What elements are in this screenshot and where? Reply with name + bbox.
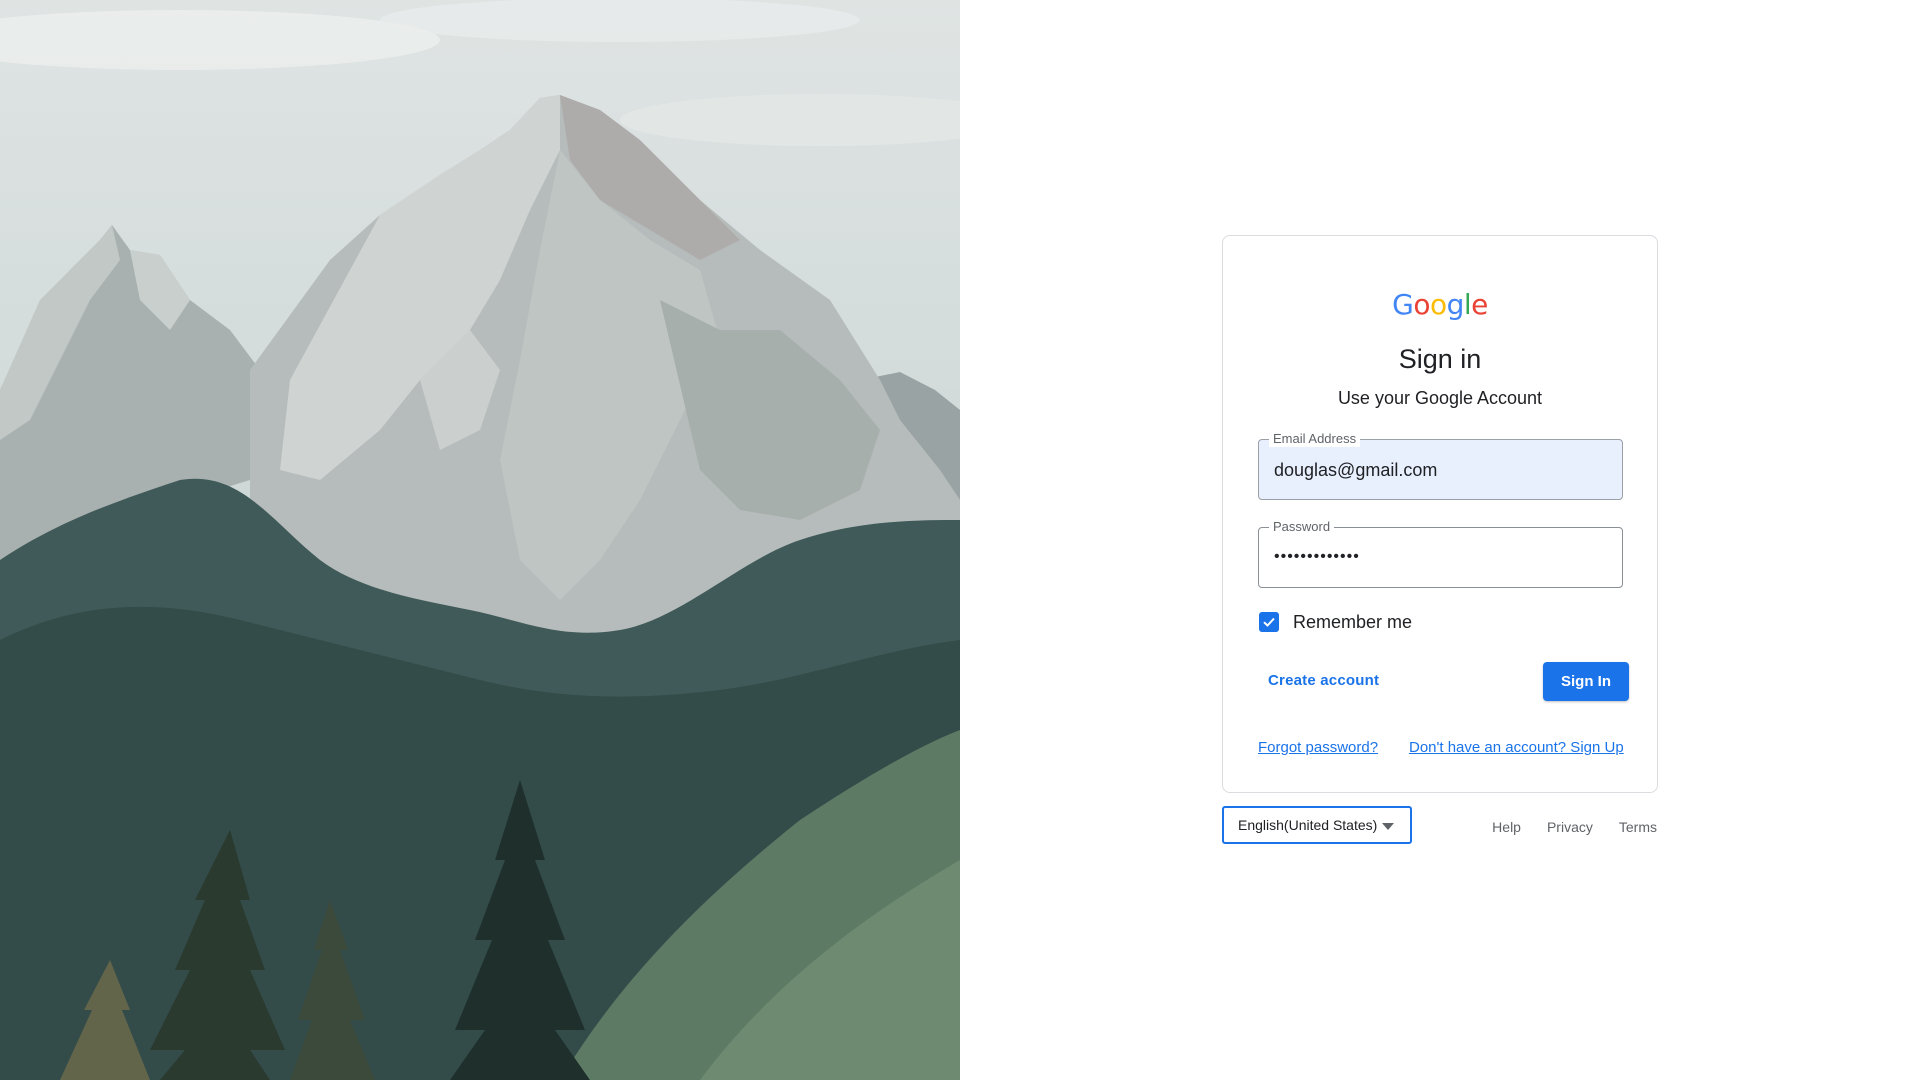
help-link[interactable]: Help <box>1492 819 1521 835</box>
create-account-button[interactable]: Create account <box>1258 662 1389 700</box>
sign-in-card: Google Sign in Use your Google Account E… <box>1222 235 1658 793</box>
page-subtitle: Use your Google Account <box>1337 388 1543 408</box>
caret-down-icon <box>1382 823 1394 830</box>
remember-me-row[interactable]: Remember me <box>1259 611 1412 633</box>
checkmark-icon <box>1263 617 1275 627</box>
logo-letter: o <box>1429 288 1447 321</box>
sign-in-button[interactable]: Sign In <box>1543 662 1629 701</box>
logo-letter: e <box>1471 288 1488 321</box>
footer-links: Help Privacy Terms <box>1492 819 1657 835</box>
sign-up-link[interactable]: Don't have an account? Sign Up <box>1409 739 1624 756</box>
logo-letter: o <box>1413 288 1430 321</box>
logo-letter: g <box>1446 288 1465 321</box>
email-input[interactable] <box>1274 458 1609 482</box>
password-field[interactable]: Password <box>1258 519 1623 588</box>
language-select[interactable]: English(United States) <box>1222 806 1412 844</box>
privacy-link[interactable]: Privacy <box>1547 819 1593 835</box>
logo-letter: G <box>1392 288 1414 321</box>
remember-me-label: Remember me <box>1293 611 1413 632</box>
page-title: Sign in <box>1398 344 1482 374</box>
email-field[interactable]: Email Address <box>1258 431 1623 500</box>
remember-me-checkbox[interactable] <box>1259 612 1279 632</box>
terms-link[interactable]: Terms <box>1619 819 1657 835</box>
password-input[interactable] <box>1274 545 1609 569</box>
sign-in-page: Google Sign in Use your Google Account E… <box>0 0 1920 1080</box>
email-field-label: Email Address <box>1269 431 1361 447</box>
mountain-landscape-image <box>0 0 960 1080</box>
forgot-password-link[interactable]: Forgot password? <box>1258 739 1378 756</box>
language-select-value: English(United States) <box>1238 817 1378 833</box>
google-logo: Google <box>1223 288 1657 321</box>
password-field-label: Password <box>1269 519 1335 535</box>
